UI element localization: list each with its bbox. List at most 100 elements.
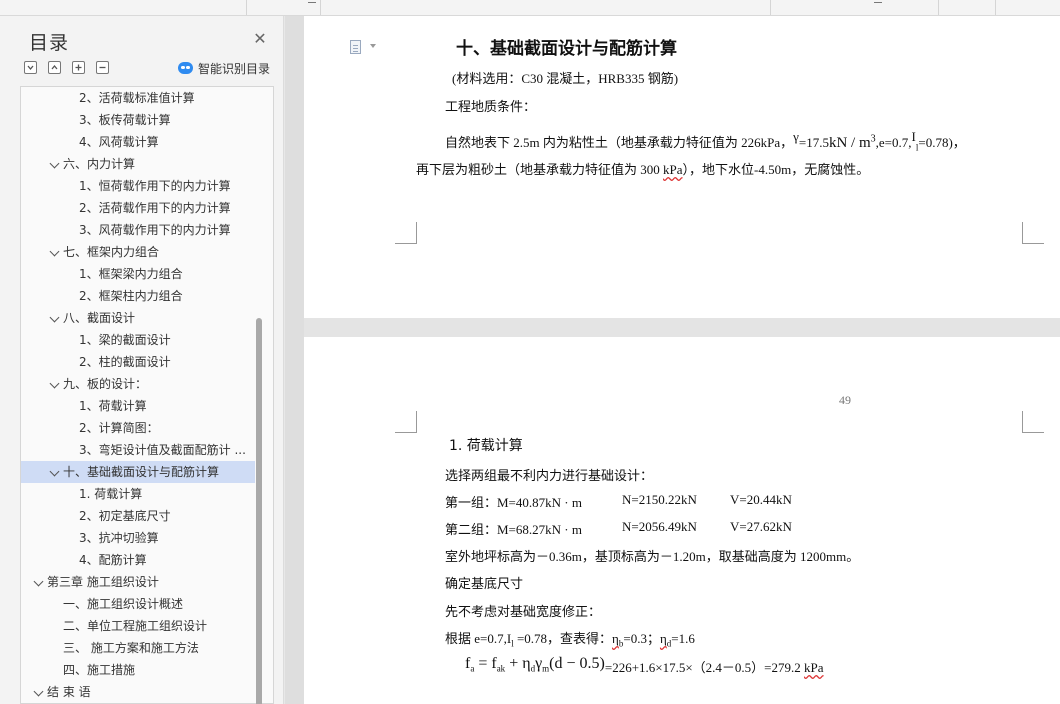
- toc-item-label: 1、梁的截面设计: [79, 333, 171, 347]
- toc-item-label: 四、施工措施: [63, 663, 136, 677]
- chevron-down-icon[interactable]: [49, 312, 60, 323]
- toc-item-label: 4、配筋计算: [79, 553, 147, 567]
- toc-item[interactable]: 1、恒荷载作用下的内力计算: [21, 175, 255, 197]
- toc-item-label: 六、内力计算: [63, 157, 136, 171]
- toc-item[interactable]: 4、风荷载计算: [21, 131, 255, 153]
- sub-heading: 1. 荷载计算: [449, 438, 523, 454]
- toc-item[interactable]: 2、柱的截面设计: [21, 351, 255, 373]
- geology-line-2: 再下层为粗砂土（地基承载力特征值为 300 kPa），地下水位-4.50m，无腐…: [416, 159, 869, 178]
- toc-scrollbar-thumb[interactable]: [256, 318, 262, 704]
- toc-item[interactable]: 七、框架内力组合: [21, 241, 255, 263]
- toolbar-divider: [938, 0, 939, 15]
- chevron-down-icon[interactable]: [49, 158, 60, 169]
- toolbar-divider: [995, 0, 996, 15]
- chevron-down-icon: [27, 65, 34, 71]
- close-icon[interactable]: ✕: [252, 31, 268, 47]
- dropdown-caret-icon[interactable]: [370, 44, 376, 48]
- toc-item-label: 一、施工组织设计概述: [63, 597, 184, 611]
- toc-item[interactable]: 四、施工措施: [21, 659, 255, 681]
- toc-title: 目录: [29, 32, 70, 54]
- document-canvas: 十、基础截面设计与配筋计算 (材料选用：C30 混凝土，HRB335 钢筋) 工…: [285, 16, 1060, 704]
- toc-item-label: 2、柱的截面设计: [79, 355, 171, 369]
- toc-item[interactable]: 4、配筋计算: [21, 549, 255, 571]
- toolbar-marker: [308, 0, 316, 3]
- toc-item-label: 3、弯矩设计值及截面配筋计 ...: [79, 443, 246, 457]
- spellcheck-word: kPa: [663, 162, 683, 177]
- formula-term: (d − 0.5): [549, 655, 605, 672]
- toc-item[interactable]: 二、单位工程施工组织设计: [21, 615, 255, 637]
- page-number: 49: [839, 393, 851, 407]
- toc-item[interactable]: 1. 荷载计算: [21, 483, 255, 505]
- chevron-down-icon[interactable]: [49, 378, 60, 389]
- liquidity-value: =0.78)，: [918, 135, 966, 150]
- remove-heading-button[interactable]: [96, 61, 109, 74]
- formula-result: =226+1.6×17.5×（2.4－0.5）=279.2: [604, 660, 805, 675]
- toc-item[interactable]: 1、框架梁内力组合: [21, 263, 255, 285]
- toc-item[interactable]: 3、弯矩设计值及截面配筋计 ...: [21, 439, 255, 461]
- toc-item[interactable]: 一、施工组织设计概述: [21, 593, 255, 615]
- toc-item-label: 1、框架梁内力组合: [79, 267, 183, 281]
- geology-text: ），地下水位-4.50m，无腐蚀性。: [682, 162, 870, 177]
- chevron-down-icon[interactable]: [49, 246, 60, 257]
- page-corner-mark: [1022, 411, 1044, 433]
- chevron-down-icon[interactable]: [33, 686, 44, 697]
- toc-item[interactable]: 十、基础截面设计与配筋计算: [21, 461, 255, 483]
- toc-item[interactable]: 1、梁的截面设计: [21, 329, 255, 351]
- document-options-icon[interactable]: [350, 40, 361, 54]
- geology-line-1: 自然地表下 2.5m 内为粘性土（地基承载力特征值为 226kPa，γ=17.5…: [445, 129, 966, 153]
- toc-item[interactable]: 2、初定基底尺寸: [21, 505, 255, 527]
- eta-symbol: η: [612, 631, 619, 646]
- toc-list: 2、活荷载标准值计算 3、板传荷载计算 4、风荷载计算六、内力计算 1、恒荷载作用下的…: [20, 86, 274, 704]
- spellcheck-word: ηb: [612, 631, 623, 649]
- eta-symbol: η: [659, 631, 667, 646]
- toc-item-label: 九、板的设计：: [63, 377, 148, 391]
- toc-item[interactable]: 2、计算简图：: [21, 417, 255, 439]
- chevron-down-icon[interactable]: [33, 576, 44, 587]
- toc-item[interactable]: 第三章 施工组织设计: [21, 571, 255, 593]
- add-heading-button[interactable]: [72, 61, 85, 74]
- body-text: =0.78，查表得：: [513, 631, 613, 646]
- toc-item[interactable]: 3、风荷载作用下的内力计算: [21, 219, 255, 241]
- liquidity-symbol: I: [911, 129, 916, 144]
- toc-item[interactable]: 2、活荷载标准值计算: [21, 87, 255, 109]
- toc-item[interactable]: 3、板传荷载计算: [21, 109, 255, 131]
- toc-item[interactable]: 2、框架柱内力组合: [21, 285, 255, 307]
- toc-item[interactable]: 结 束 语: [21, 681, 255, 703]
- load-group-1-v: V=20.44kN: [730, 492, 792, 507]
- coefficient-value: =0.3；: [623, 631, 660, 646]
- load-group-1: 第一组：M=40.87kN · m: [445, 495, 582, 510]
- smart-toc-button[interactable]: 智能识别目录: [178, 60, 270, 76]
- toc-item-label: 2、初定基底尺寸: [79, 509, 171, 523]
- toc-item-label: 3、板传荷载计算: [79, 113, 171, 127]
- coefficient-value: =1.6: [671, 631, 695, 646]
- toolbar-marker: [874, 0, 882, 3]
- canvas-gutter: [285, 16, 304, 704]
- chevron-down-icon[interactable]: [49, 466, 60, 477]
- load-group-2: 第二组：M=68.27kN · m: [445, 522, 582, 537]
- minus-icon: [99, 66, 106, 69]
- chevron-up-icon: [51, 64, 58, 70]
- toc-item[interactable]: 三、 施工方案和施工方法: [21, 637, 255, 659]
- body-text: 根据 e=0.7,I: [445, 631, 512, 646]
- toc-item-label: 十、基础截面设计与配筋计算: [63, 465, 220, 479]
- geology-title: 工程地质条件：: [445, 99, 537, 114]
- toc-item[interactable]: 九、板的设计：: [21, 373, 255, 395]
- toolbar-divider: [770, 0, 771, 15]
- toc-item[interactable]: 六、内力计算: [21, 153, 255, 175]
- spellcheck-word: kPa: [804, 660, 824, 675]
- expand-all-button[interactable]: [48, 61, 61, 74]
- toc-item[interactable]: 1、荷载计算: [21, 395, 255, 417]
- toc-item[interactable]: 3、抗冲切验算: [21, 527, 255, 549]
- load-group-2-v: V=27.62kN: [730, 519, 792, 534]
- toc-item[interactable]: 八、截面设计: [21, 307, 255, 329]
- toc-item-label: 3、风荷载作用下的内力计算: [79, 223, 231, 237]
- page-corner-mark: [395, 222, 417, 244]
- toc-sidebar: 目录 ✕ 智能识别目录 2、活荷载标准值计算 3、板传荷载计算 4、风荷载计算六、内…: [0, 16, 284, 704]
- document-page-49: 49 1. 荷载计算 选择两组最不利内力进行基础设计： 第一组：M=40.87k…: [304, 337, 1060, 704]
- toc-item[interactable]: 2、活荷载作用下的内力计算: [21, 197, 255, 219]
- toc-item-label: 三、 施工方案和施工方法: [63, 641, 199, 655]
- collapse-all-button[interactable]: [24, 61, 37, 74]
- table-lookup-line: 根据 e=0.7,Il =0.78，查表得：ηb=0.3；ηd=1.6: [445, 628, 695, 649]
- body-line: 确定基底尺寸: [445, 576, 524, 591]
- toc-item-label: 1、恒荷载作用下的内力计算: [79, 179, 231, 193]
